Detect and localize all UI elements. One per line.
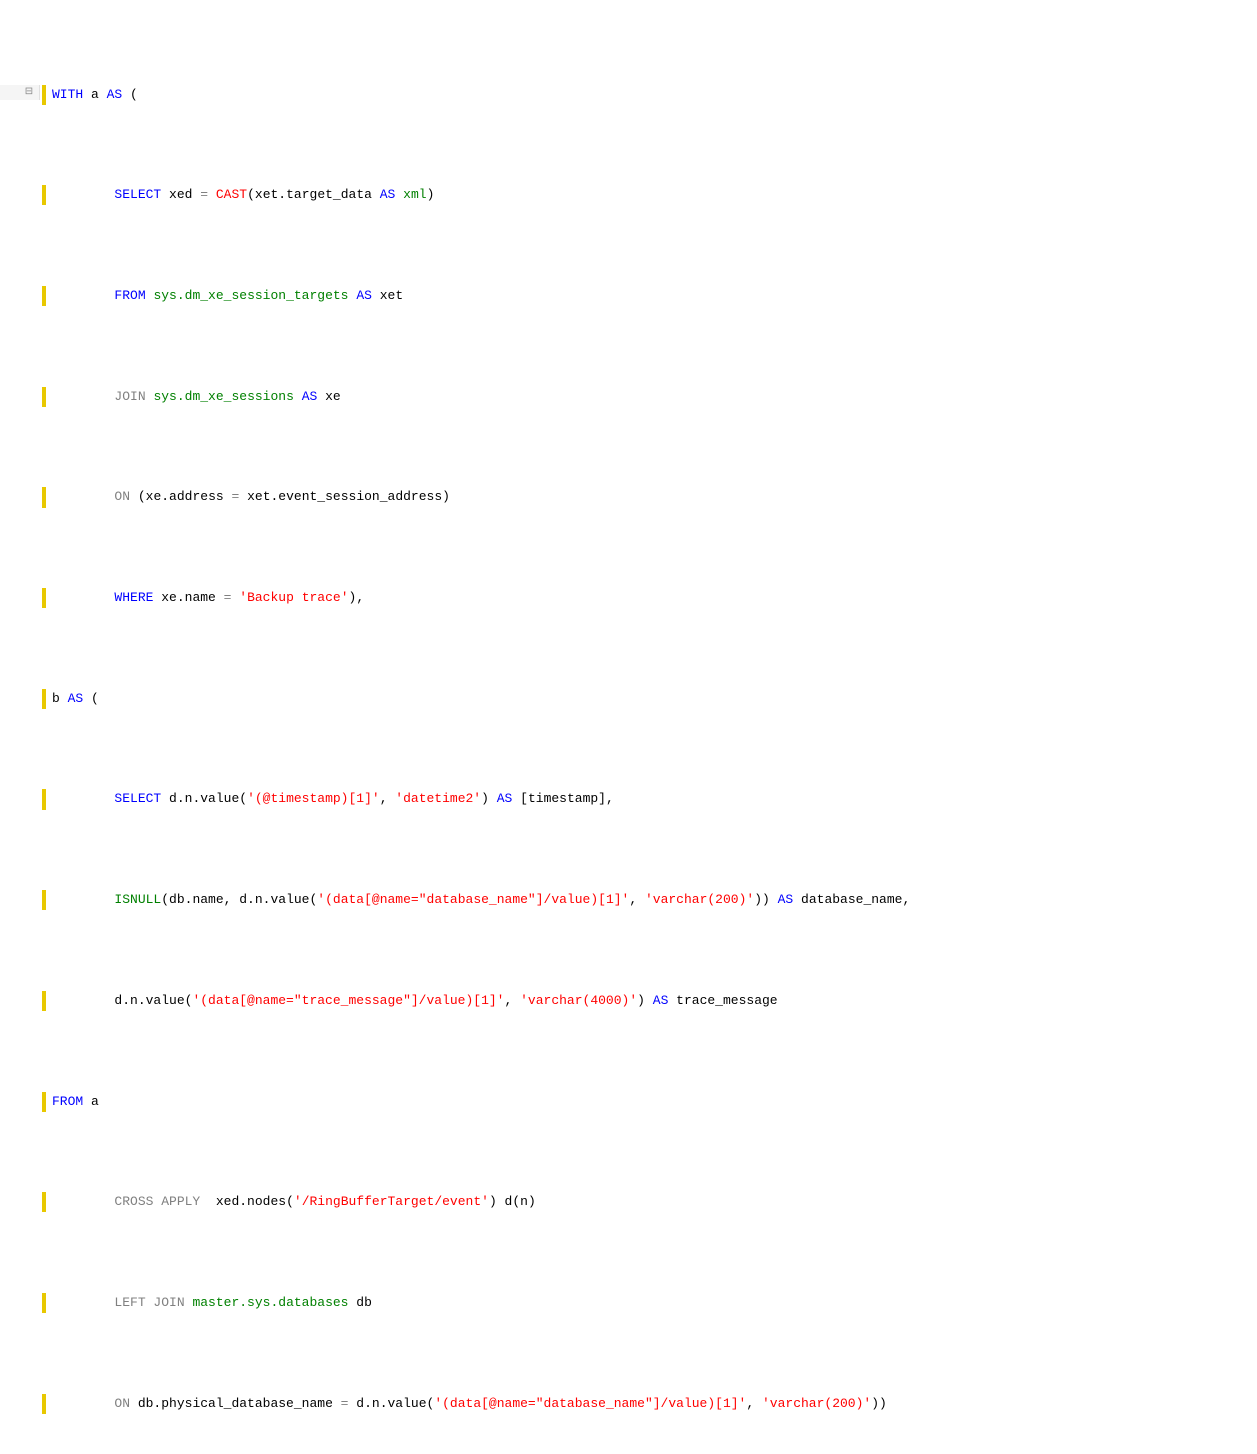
line-content: WITH a AS ( <box>48 85 138 105</box>
indent-bar <box>42 387 46 407</box>
line-content: FROM a <box>48 1092 99 1112</box>
line-content: CROSS APPLY xed.nodes('/RingBufferTarget… <box>48 1192 536 1212</box>
indent-bar <box>42 85 46 105</box>
code-line-9: ISNULL(db.name, d.n.value('(data[@name="… <box>0 890 1257 910</box>
code-line-12: CROSS APPLY xed.nodes('/RingBufferTarget… <box>0 1192 1257 1212</box>
line-content: FROM sys.dm_xe_session_targets AS xet <box>48 286 403 306</box>
line-content: d.n.value('(data[@name="trace_message"]/… <box>48 991 778 1011</box>
code-line-5: ON (xe.address = xet.event_session_addre… <box>0 487 1257 507</box>
indent-bar <box>42 1394 46 1414</box>
indent-bar <box>42 1192 46 1212</box>
indent-bar <box>42 1092 46 1112</box>
line-content: LEFT JOIN master.sys.databases db <box>48 1293 372 1313</box>
line-content: SELECT xed = CAST(xet.target_data AS xml… <box>48 185 434 205</box>
line-content: SELECT d.n.value('(@timestamp)[1]', 'dat… <box>48 789 614 809</box>
editor-area: ⊟ WITH a AS ( SELECT xed = CAST(xet.targ… <box>0 0 1257 1454</box>
indent-bar <box>42 1293 46 1313</box>
indent-bar <box>42 689 46 709</box>
indent-bar <box>42 991 46 1011</box>
code-line-4: JOIN sys.dm_xe_sessions AS xe <box>0 387 1257 407</box>
code-line-13: LEFT JOIN master.sys.databases db <box>0 1293 1257 1313</box>
code-line-14: ON db.physical_database_name = d.n.value… <box>0 1394 1257 1414</box>
gutter: ⊟ <box>0 85 40 101</box>
line-content: JOIN sys.dm_xe_sessions AS xe <box>48 387 341 407</box>
code-line-6: WHERE xe.name = 'Backup trace'), <box>0 588 1257 608</box>
indent-bar <box>42 588 46 608</box>
code-line-10: d.n.value('(data[@name="trace_message"]/… <box>0 991 1257 1011</box>
line-content: b AS ( <box>48 689 99 709</box>
line-content: WHERE xe.name = 'Backup trace'), <box>48 588 364 608</box>
indent-bar <box>42 185 46 205</box>
line-content: ISNULL(db.name, d.n.value('(data[@name="… <box>48 890 910 910</box>
code-block: ⊟ WITH a AS ( SELECT xed = CAST(xet.targ… <box>0 0 1257 1454</box>
line-content: ON db.physical_database_name = d.n.value… <box>48 1394 887 1414</box>
indent-bar <box>42 286 46 306</box>
indent-bar <box>42 487 46 507</box>
collapse-icon[interactable]: ⊟ <box>23 85 35 101</box>
code-line-3: FROM sys.dm_xe_session_targets AS xet <box>0 286 1257 306</box>
indent-bar <box>42 890 46 910</box>
code-line-11: FROM a <box>0 1092 1257 1112</box>
code-line-7: b AS ( <box>0 689 1257 709</box>
indent-bar <box>42 789 46 809</box>
line-content: ON (xe.address = xet.event_session_addre… <box>48 487 450 507</box>
code-line-8: SELECT d.n.value('(@timestamp)[1]', 'dat… <box>0 789 1257 809</box>
code-line-1: ⊟ WITH a AS ( <box>0 85 1257 105</box>
code-line-2: SELECT xed = CAST(xet.target_data AS xml… <box>0 185 1257 205</box>
